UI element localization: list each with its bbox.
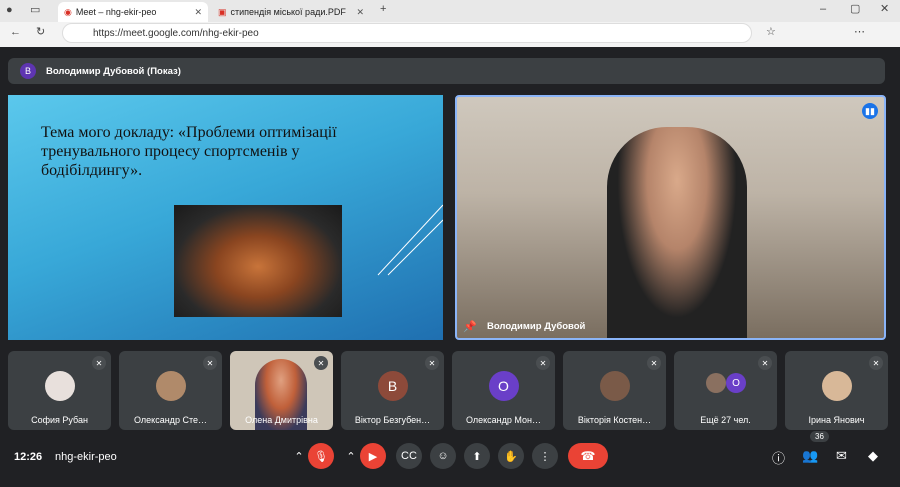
chevron-up-icon[interactable]: ⌃ xyxy=(342,443,360,469)
mic-off-icon: ✕ xyxy=(92,356,106,370)
participant-tile[interactable]: ✕ Олександр Сте… xyxy=(119,351,222,430)
mic-off-icon: ✕ xyxy=(425,356,439,370)
more-options-button[interactable]: ⋮ xyxy=(532,443,558,469)
sidebar-icon[interactable]: ▭ xyxy=(30,5,40,16)
avatar: В xyxy=(20,63,36,79)
participant-name: София Рубан xyxy=(31,415,88,425)
participant-name: Віктор Безгубен… xyxy=(354,415,431,425)
meeting-code: nhg-ekir-peo xyxy=(55,451,117,463)
avatar: О xyxy=(726,373,746,393)
participant-tile[interactable]: ✕ О Олександр Мон… xyxy=(452,351,555,430)
presentation-slide: Тема мого докладу: «Проблеми оптимізації… xyxy=(8,95,443,340)
participant-tile[interactable]: ✕ Вікторія Костен… xyxy=(563,351,666,430)
video-participant-name: Володимир Дубовой xyxy=(487,321,586,332)
camera-toggle-button[interactable]: ▶ xyxy=(360,443,386,469)
avatar xyxy=(155,371,186,401)
menu-icon[interactable]: ⋯ xyxy=(854,27,865,38)
avatar: О xyxy=(488,371,519,401)
tab-label: стипендія міської ради.PDF xyxy=(230,7,346,17)
mic-off-icon: ✕ xyxy=(314,356,328,370)
participant-tile[interactable]: ✕ София Рубан xyxy=(8,351,111,430)
tab-meet[interactable]: ◉ Meet – nhg-ekir-peo ✕ xyxy=(58,2,208,22)
tab-strip: ● ▭ ◉ Meet – nhg-ekir-peo ✕ ▣ стипендія … xyxy=(0,0,900,22)
participant-name: Олександр Мон… xyxy=(465,415,541,425)
avatar xyxy=(821,371,852,401)
main-video-tile[interactable]: ▮▮ 📌 Володимир Дубовой xyxy=(455,95,886,340)
participant-count-badge: 36 xyxy=(810,431,829,442)
close-window-icon[interactable]: ✕ xyxy=(880,4,889,15)
tab-label: Meet – nhg-ekir-peo xyxy=(75,7,157,17)
back-icon[interactable]: ← xyxy=(10,27,21,38)
avatar xyxy=(44,371,75,401)
mic-off-icon: ✕ xyxy=(869,356,883,370)
control-bar: 12:26 nhg-ekir-peo ⌃ 🎙 ⌃ ▶ CC ☺ ⬆ ✋ ⋮ ☎ … xyxy=(0,431,900,487)
mic-off-icon: ✕ xyxy=(536,356,550,370)
browser-chrome: ● ▭ ◉ Meet – nhg-ekir-peo ✕ ▣ стипендія … xyxy=(0,0,900,47)
chat-icon[interactable]: ✉ xyxy=(836,448,847,464)
url-text: https://meet.google.com/nhg-ekir-peo xyxy=(93,27,259,39)
activities-icon[interactable]: ◆ xyxy=(868,448,878,464)
record-icon: ◉ xyxy=(64,6,72,17)
participant-tile[interactable]: ✕ Ірина Янович xyxy=(785,351,888,430)
end-call-button[interactable]: ☎ xyxy=(568,443,608,469)
avatar: В xyxy=(377,371,408,401)
raise-hand-button[interactable]: ✋ xyxy=(498,443,524,469)
participant-name: Олена Дмитрівна xyxy=(245,415,318,425)
captions-button[interactable]: CC xyxy=(396,443,422,469)
address-bar[interactable]: https://meet.google.com/nhg-ekir-peo xyxy=(62,23,752,43)
participant-name: Ірина Янович xyxy=(808,415,865,425)
more-participants-tile[interactable]: ✕ О Ещё 27 чел. xyxy=(674,351,777,430)
pin-icon[interactable]: 📌 xyxy=(463,320,477,333)
reload-icon[interactable]: ↻ xyxy=(36,27,45,38)
person-video xyxy=(607,127,747,338)
pdf-icon: ▣ xyxy=(218,6,227,17)
clock: 12:26 xyxy=(14,451,43,463)
presenter-bar: В Володимир Дубовой (Показ) xyxy=(8,58,885,84)
emoji-button[interactable]: ☺ xyxy=(430,443,456,469)
profile-icon[interactable]: ● xyxy=(6,5,13,16)
people-icon[interactable]: 👥 xyxy=(802,448,818,464)
tab-pdf[interactable]: ▣ стипендія міської ради.PDF ✕ xyxy=(212,2,370,22)
participant-tile[interactable]: ✕ Олена Дмитрівна xyxy=(230,351,333,430)
participant-tile[interactable]: ✕ В Віктор Безгубен… xyxy=(341,351,444,430)
participant-name: Олександр Сте… xyxy=(134,415,207,425)
presenter-name: Володимир Дубовой (Показ) xyxy=(46,65,181,77)
slide-decoration xyxy=(377,204,443,276)
participant-name: Вікторія Костен… xyxy=(577,415,652,425)
mic-toggle-button[interactable]: 🎙 xyxy=(308,443,334,469)
present-button[interactable]: ⬆ xyxy=(464,443,490,469)
avatar xyxy=(599,371,630,401)
extensions-icon[interactable]: ☆ xyxy=(766,27,776,38)
chevron-up-icon[interactable]: ⌃ xyxy=(290,443,308,469)
meet-app: В Володимир Дубовой (Показ) Тема мого до… xyxy=(0,47,900,487)
avatar xyxy=(706,373,726,393)
new-tab-icon[interactable]: + xyxy=(380,4,386,15)
close-tab-icon[interactable]: ✕ xyxy=(356,7,364,18)
speaking-indicator-icon: ▮▮ xyxy=(862,103,878,119)
minimize-icon[interactable]: – xyxy=(820,4,826,15)
info-icon[interactable]: ⓘ xyxy=(772,448,785,467)
participant-name: Ещё 27 чел. xyxy=(700,415,751,425)
close-tab-icon[interactable]: ✕ xyxy=(194,7,202,18)
mic-off-icon: ✕ xyxy=(758,356,772,370)
mic-off-icon: ✕ xyxy=(647,356,661,370)
maximize-icon[interactable]: ▢ xyxy=(850,4,860,15)
mic-off-icon: ✕ xyxy=(203,356,217,370)
